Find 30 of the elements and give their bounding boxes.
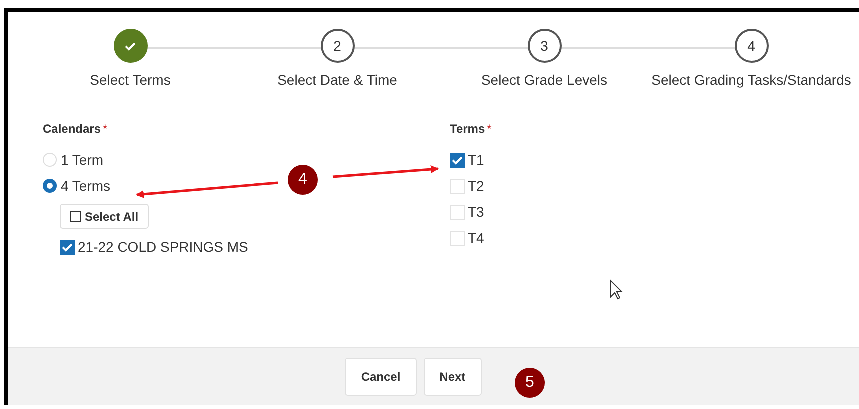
select-all-button[interactable]: Select All [60, 204, 149, 229]
footer-button[interactable]: Next [424, 358, 482, 396]
mouse-cursor-icon [610, 280, 624, 300]
step-label: Select Grade Levels [481, 72, 608, 88]
step-label: Select Terms [90, 72, 171, 88]
required-mark: * [103, 122, 108, 136]
step-circle[interactable]: 2 [320, 29, 354, 63]
step-circle[interactable]: 4 [734, 29, 768, 63]
checkbox-label[interactable]: T2 [468, 178, 484, 194]
checkbox-icon [70, 211, 81, 222]
step-circle[interactable] [114, 29, 148, 63]
step-label: Select Grading Tasks/Standards [652, 72, 852, 88]
field-label: Terms [450, 122, 486, 136]
checkbox-label[interactable]: T3 [468, 204, 484, 220]
radio-button[interactable] [43, 179, 57, 193]
field-label: Calendars [43, 122, 102, 136]
step-circle[interactable]: 3 [528, 29, 562, 63]
check-icon [125, 42, 136, 50]
checkbox-label[interactable]: T4 [468, 230, 484, 246]
required-mark: * [487, 122, 492, 136]
checkbox[interactable] [450, 152, 465, 168]
footer-button[interactable]: Cancel [345, 358, 417, 396]
checkbox-label[interactable]: 21-22 COLD SPRINGS MS [78, 239, 248, 255]
radio-label[interactable]: 4 Terms [61, 178, 111, 194]
check-icon [452, 156, 463, 164]
checkbox[interactable] [60, 240, 75, 254]
check-icon [62, 242, 73, 252]
step-label: Select Date & Time [278, 72, 398, 88]
radio-label[interactable]: 1 Term [61, 152, 104, 168]
checkbox-label[interactable]: T1 [468, 152, 484, 168]
